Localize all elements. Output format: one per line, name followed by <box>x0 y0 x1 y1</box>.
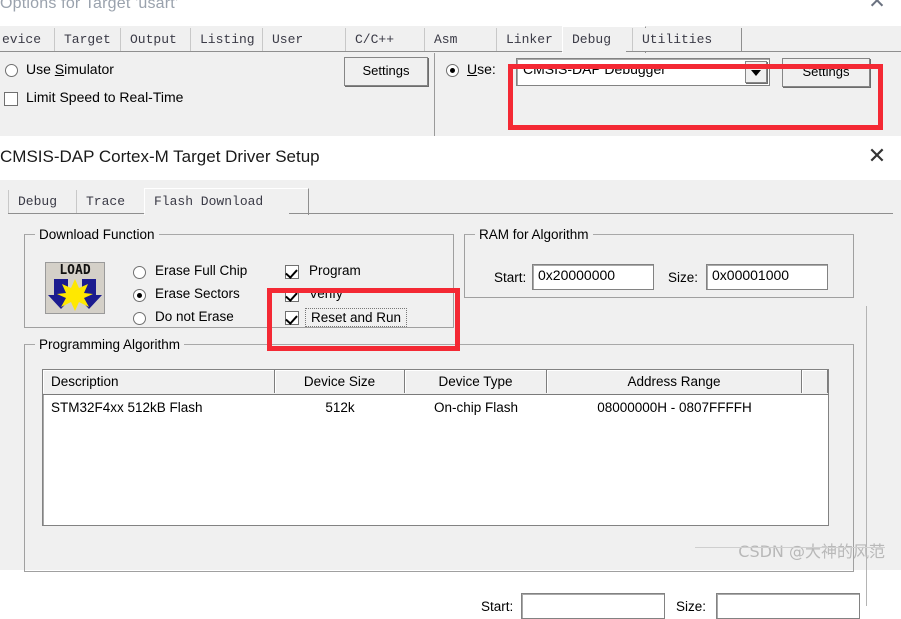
table-row[interactable]: STM32F4xx 512kB Flash 512k On-chip Flash… <box>43 396 828 420</box>
program-checkbox[interactable] <box>285 264 299 279</box>
erase-full-chip-label: Erase Full Chip <box>155 263 248 278</box>
ram-size-input[interactable]: 0x00001000 <box>706 264 828 290</box>
erase-sectors-radio-dot[interactable] <box>133 289 146 302</box>
column-header-description[interactable]: Description <box>43 370 275 393</box>
load-icon: LOAD <box>45 262 105 314</box>
dialog2-tabstrip-divider <box>8 213 893 214</box>
chevron-down-icon[interactable] <box>745 61 767 83</box>
tab-utilities[interactable]: Utilities <box>632 28 742 52</box>
dialog2-body: Debug Trace Flash Download Download Func… <box>0 180 901 619</box>
close-icon[interactable]: ✕ <box>863 0 891 16</box>
dialog2-title: CMSIS-DAP Cortex-M Target Driver Setup <box>0 147 320 166</box>
algo-size-input[interactable] <box>716 593 860 619</box>
use-debugger-radio[interactable] <box>446 63 459 78</box>
dialog1-title: Options for Target 'usart' <box>0 0 179 12</box>
ram-start-input[interactable]: 0x20000000 <box>532 264 654 290</box>
download-function-label: Download Function <box>35 227 159 242</box>
limit-speed-checkbox-box[interactable] <box>4 92 18 106</box>
algo-start-input[interactable] <box>521 593 665 619</box>
load-icon-graphic <box>48 279 102 311</box>
load-icon-text: LOAD <box>59 263 91 278</box>
tab-cpp[interactable]: C/C++ <box>345 28 428 52</box>
column-header-device-type[interactable]: Device Type <box>405 370 547 393</box>
pane-divider <box>434 53 435 136</box>
cell-description: STM32F4xx 512kB Flash <box>51 400 203 415</box>
simulator-settings-button[interactable]: Settings <box>344 57 428 86</box>
watermark: CSDN @大神的风范 <box>738 542 885 561</box>
algo-start-label: Start: <box>481 599 514 614</box>
cmsis-dap-driver-setup-dialog: CMSIS-DAP Cortex-M Target Driver Setup ✕… <box>0 136 901 619</box>
cell-extra <box>802 396 828 420</box>
do-not-erase-label: Do not Erase <box>155 309 234 324</box>
use-simulator-label: Use Simulator <box>26 61 114 77</box>
close-icon[interactable]: ✕ <box>863 142 891 170</box>
dialog1-tabstrip: evice Target Output Listing User C/C++ A… <box>0 26 901 53</box>
do-not-erase-radio-dot[interactable] <box>133 312 146 325</box>
use-simulator-radio-dot[interactable] <box>5 64 18 77</box>
ram-for-algorithm-label: RAM for Algorithm <box>475 227 593 242</box>
do-not-erase-radio[interactable] <box>133 311 146 326</box>
tab-flash-download[interactable]: Flash Download <box>144 188 309 215</box>
programming-algorithm-label: Programming Algorithm <box>35 337 185 352</box>
tabstrip-divider <box>0 51 901 52</box>
debugger-select[interactable]: CMSIS-DAP Debugger <box>516 58 770 86</box>
cell-address-range: 08000000H - 0807FFFFH <box>597 400 752 415</box>
reset-and-run-checkbox[interactable] <box>285 310 299 325</box>
algo-size-label: Size: <box>676 599 707 614</box>
column-header-extra[interactable] <box>802 370 828 393</box>
use-debugger-radio-dot[interactable] <box>446 64 459 77</box>
debugger-select-value: CMSIS-DAP Debugger <box>523 61 666 77</box>
erase-sectors-label: Erase Sectors <box>155 286 240 301</box>
limit-speed-label: Limit Speed to Real-Time <box>26 89 184 105</box>
options-for-target-dialog: Options for Target 'usart' ✕ evice Targe… <box>0 0 901 137</box>
program-label: Program <box>309 263 361 278</box>
table-header-row: Description Device Size Device Type Addr… <box>43 370 828 395</box>
verify-checkbox[interactable] <box>285 287 299 302</box>
ram-start-label: Start: <box>494 270 527 285</box>
program-checkbox-box[interactable] <box>285 265 299 279</box>
selected-tab-mask-2 <box>144 213 289 214</box>
erase-full-chip-radio-dot[interactable] <box>133 266 146 279</box>
ram-start-value: 0x20000000 <box>538 267 616 283</box>
tab-user[interactable]: User <box>262 28 348 52</box>
programming-algorithm-table[interactable]: Description Device Size Device Type Addr… <box>42 369 829 526</box>
use-simulator-radio[interactable] <box>5 63 18 78</box>
watermark-strike <box>695 547 885 548</box>
verify-label: Verify <box>309 286 343 301</box>
column-header-address-range[interactable]: Address Range <box>547 370 802 393</box>
debugger-settings-button[interactable]: Settings <box>782 58 870 87</box>
debug-tab-pane: Use Simulator Limit Speed to Real-Time S… <box>0 53 901 136</box>
reset-and-run-label: Reset and Run <box>305 308 408 327</box>
column-header-device-size[interactable]: Device Size <box>275 370 405 393</box>
erase-sectors-radio[interactable] <box>133 288 146 303</box>
cell-device-type: On-chip Flash <box>433 400 519 415</box>
limit-speed-checkbox[interactable] <box>4 91 18 106</box>
use-accelerator: U <box>467 61 478 77</box>
reset-and-run-checkbox-box[interactable] <box>285 311 299 325</box>
ram-size-value: 0x00001000 <box>712 267 790 283</box>
selected-tab-mask <box>562 51 626 52</box>
ram-size-label: Size: <box>668 270 699 285</box>
erase-full-chip-radio[interactable] <box>133 265 146 280</box>
dialog1-body: evice Target Output Listing User C/C++ A… <box>0 26 901 136</box>
tab-asm[interactable]: Asm <box>424 28 506 52</box>
cell-device-size: 512k <box>325 400 355 415</box>
use-simulator-accelerator: S <box>54 61 65 77</box>
use-label: Use: <box>467 61 496 77</box>
dialog2-tabstrip: Debug Trace Flash Download <box>0 188 901 215</box>
verify-checkbox-box[interactable] <box>285 288 299 302</box>
